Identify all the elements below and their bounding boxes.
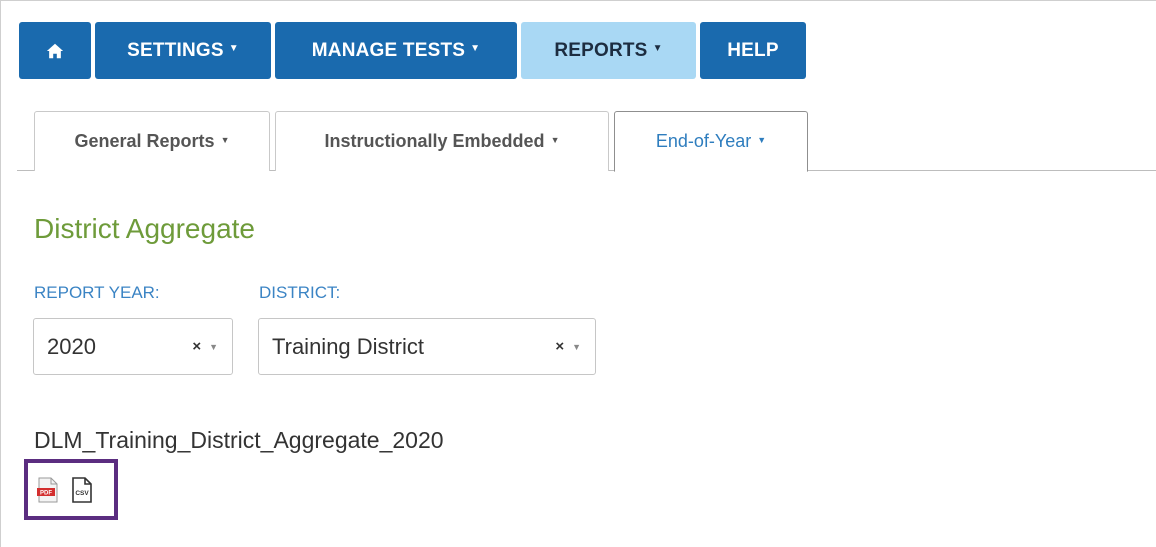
district-label: DISTRICT:	[259, 283, 341, 302]
settings-label: SETTINGS	[127, 39, 224, 61]
tab-end-of-year[interactable]: End-of-Year ▼	[614, 111, 808, 172]
clear-icon[interactable]: ×	[192, 338, 201, 355]
chevron-down-icon: ▼	[550, 134, 560, 145]
help-button[interactable]: HELP	[700, 22, 806, 79]
chevron-down-icon[interactable]: ▼	[209, 342, 218, 352]
chevron-down-icon: ▼	[652, 43, 663, 54]
pdf-icon-text: PDF	[40, 491, 52, 497]
chevron-down-icon: ▼	[470, 43, 481, 54]
reports-label: REPORTS	[554, 39, 648, 61]
report-file-name: DLM_Training_District_Aggregate_2020	[34, 427, 444, 453]
app-frame	[0, 0, 1156, 547]
download-icons-highlight: PDF CSV	[24, 459, 118, 520]
report-year-select[interactable]: 2020 × ▼	[33, 318, 233, 375]
pdf-file-icon[interactable]: PDF	[37, 477, 59, 503]
chevron-down-icon[interactable]: ▼	[572, 342, 581, 352]
chevron-down-icon: ▼	[228, 43, 239, 54]
chevron-down-icon: ▼	[220, 134, 230, 145]
tab-instructionally-embedded[interactable]: Instructionally Embedded ▼	[275, 111, 609, 171]
clear-icon[interactable]: ×	[555, 338, 564, 355]
tab-label: End-of-Year	[655, 131, 752, 151]
tab-general-reports[interactable]: General Reports ▼	[34, 111, 270, 171]
tab-label: General Reports	[74, 131, 215, 151]
manage-tests-label: MANAGE TESTS	[311, 39, 466, 61]
reports-menu-button[interactable]: REPORTS ▼	[521, 22, 696, 79]
district-select[interactable]: Training District × ▼	[258, 318, 596, 375]
help-label: HELP	[727, 39, 779, 61]
home-icon	[46, 43, 64, 58]
tab-label: Instructionally Embedded	[324, 131, 545, 151]
manage-tests-menu-button[interactable]: MANAGE TESTS ▼	[275, 22, 517, 79]
district-value: Training District	[272, 333, 424, 359]
csv-icon-text: CSV	[75, 490, 89, 497]
report-year-value: 2020	[47, 333, 96, 359]
chevron-down-icon: ▼	[757, 134, 767, 145]
page-title: District Aggregate	[34, 213, 255, 244]
report-year-label: REPORT YEAR:	[34, 283, 160, 302]
top-nav: SETTINGS ▼ MANAGE TESTS ▼ REPORTS ▼ HELP	[19, 22, 806, 79]
csv-file-icon[interactable]: CSV	[71, 477, 93, 503]
home-button[interactable]	[19, 22, 91, 79]
settings-menu-button[interactable]: SETTINGS ▼	[95, 22, 271, 79]
